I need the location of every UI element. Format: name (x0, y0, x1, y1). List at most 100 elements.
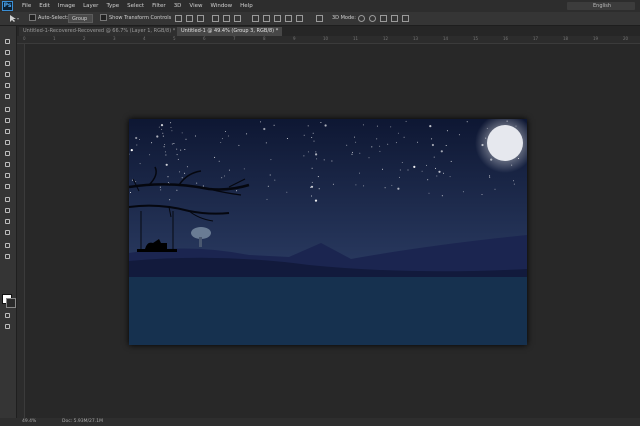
align-right-icon[interactable] (234, 15, 241, 22)
menu-edit[interactable]: Edit (35, 3, 54, 9)
distribute-bottom-icon[interactable] (274, 15, 281, 22)
star (184, 172, 186, 174)
shape-tool[interactable] (3, 229, 13, 237)
star (163, 146, 165, 148)
path-selection-tool[interactable] (3, 218, 13, 226)
status-bar: 49.4% Doc: 5.93M/27.1M (0, 418, 640, 426)
align-bottom-icon[interactable] (197, 15, 204, 22)
align-top-icon[interactable] (175, 15, 182, 22)
quick-selection-tool[interactable] (3, 71, 13, 79)
hand-tool[interactable] (3, 242, 13, 250)
star (346, 144, 348, 146)
clone-stamp-tool[interactable] (3, 128, 13, 136)
menu-filter[interactable]: Filter (148, 3, 170, 9)
menu-help[interactable]: Help (236, 3, 257, 9)
star (227, 135, 229, 137)
star (173, 143, 175, 144)
show-transform-checkbox[interactable] (100, 14, 107, 21)
show-transform-label: Show Transform Controls (109, 15, 172, 21)
menu-select[interactable]: Select (123, 3, 148, 9)
star (489, 175, 491, 177)
menu-window[interactable]: Window (206, 3, 236, 9)
pen-tool[interactable] (3, 196, 13, 204)
3d-roll-icon[interactable] (369, 15, 376, 22)
align-hcenter-icon[interactable] (223, 15, 230, 22)
distribute-hcenter-icon[interactable] (296, 15, 303, 22)
star (428, 192, 430, 194)
star (433, 156, 435, 158)
star (436, 175, 438, 177)
star (413, 165, 416, 168)
doc-size: Doc: 5.93M/27.1M (62, 419, 103, 424)
menu-file[interactable]: File (18, 3, 35, 9)
star (221, 138, 223, 140)
star (401, 162, 403, 163)
eraser-tool[interactable] (3, 150, 13, 158)
ruler-mark: 0 (23, 36, 26, 41)
star (429, 125, 432, 128)
3d-slide-icon[interactable] (391, 15, 398, 22)
language-indicator[interactable]: English (567, 2, 635, 10)
auto-select-dropdown[interactable]: Group (68, 14, 93, 23)
show-transform-toggle[interactable]: Show Transform Controls (100, 14, 171, 23)
star (169, 199, 171, 201)
zoom-tool[interactable] (3, 253, 13, 261)
move-tool[interactable] (3, 38, 13, 46)
blur-tool[interactable] (3, 172, 13, 180)
gradient-tool[interactable] (3, 161, 13, 169)
3d-rotate-icon[interactable] (358, 15, 365, 22)
star (311, 137, 313, 138)
distribute-left-icon[interactable] (285, 15, 292, 22)
dodge-tool[interactable] (3, 183, 13, 191)
ruler-mark: 14 (443, 36, 449, 41)
star (443, 172, 444, 174)
star (185, 138, 187, 140)
star (136, 144, 138, 146)
star (354, 136, 355, 138)
document-canvas[interactable] (129, 119, 527, 345)
background-color-swatch[interactable] (6, 298, 16, 308)
menu-3d[interactable]: 3D (170, 3, 186, 9)
screen-mode-icon[interactable] (3, 323, 13, 331)
star (384, 187, 386, 189)
menu-view[interactable]: View (185, 3, 206, 9)
zoom-level[interactable]: 49.4% (22, 418, 36, 426)
menu-type[interactable]: Type (102, 3, 123, 9)
star (243, 168, 245, 170)
menu-layer[interactable]: Layer (79, 3, 102, 9)
type-tool[interactable] (3, 207, 13, 215)
history-brush-tool[interactable] (3, 139, 13, 147)
star (195, 135, 196, 137)
distribute-vcenter-icon[interactable] (263, 15, 270, 22)
lasso-tool[interactable] (3, 60, 13, 68)
align-vcenter-icon[interactable] (186, 15, 193, 22)
quick-mask-icon[interactable] (3, 312, 13, 320)
3d-mode-label: 3D Mode: (332, 15, 356, 21)
auto-select-toggle[interactable]: Auto-Select: (29, 14, 69, 23)
ruler-mark: 12 (383, 36, 389, 41)
eyedropper-tool[interactable] (3, 93, 13, 101)
crop-tool[interactable] (3, 82, 13, 90)
star (449, 176, 451, 178)
tab-untitled-recovered[interactable]: Untitled-1-Recovered-Recovered @ 66.7% (… (19, 27, 180, 36)
brush-tool[interactable] (3, 117, 13, 125)
tab-untitled-1[interactable]: Untitled-1 @ 49.4% (Group 3, RGB/8) * (177, 27, 283, 36)
star (159, 186, 161, 188)
star (270, 159, 272, 161)
star (176, 148, 178, 150)
ruler-mark: 6 (203, 36, 206, 41)
healing-brush-tool[interactable] (3, 106, 13, 114)
3d-scale-icon[interactable] (402, 15, 409, 22)
star (513, 183, 515, 185)
align-left-icon[interactable] (212, 15, 219, 22)
3d-pan-icon[interactable] (380, 15, 387, 22)
star (307, 125, 309, 127)
star (311, 181, 313, 183)
marquee-tool[interactable] (3, 49, 13, 57)
star (267, 185, 269, 187)
menu-image[interactable]: Image (54, 3, 79, 9)
auto-select-checkbox[interactable] (29, 14, 36, 21)
distribute-top-icon[interactable] (252, 15, 259, 22)
move-tool-preset[interactable] (8, 14, 20, 23)
auto-align-icon[interactable] (316, 15, 323, 22)
